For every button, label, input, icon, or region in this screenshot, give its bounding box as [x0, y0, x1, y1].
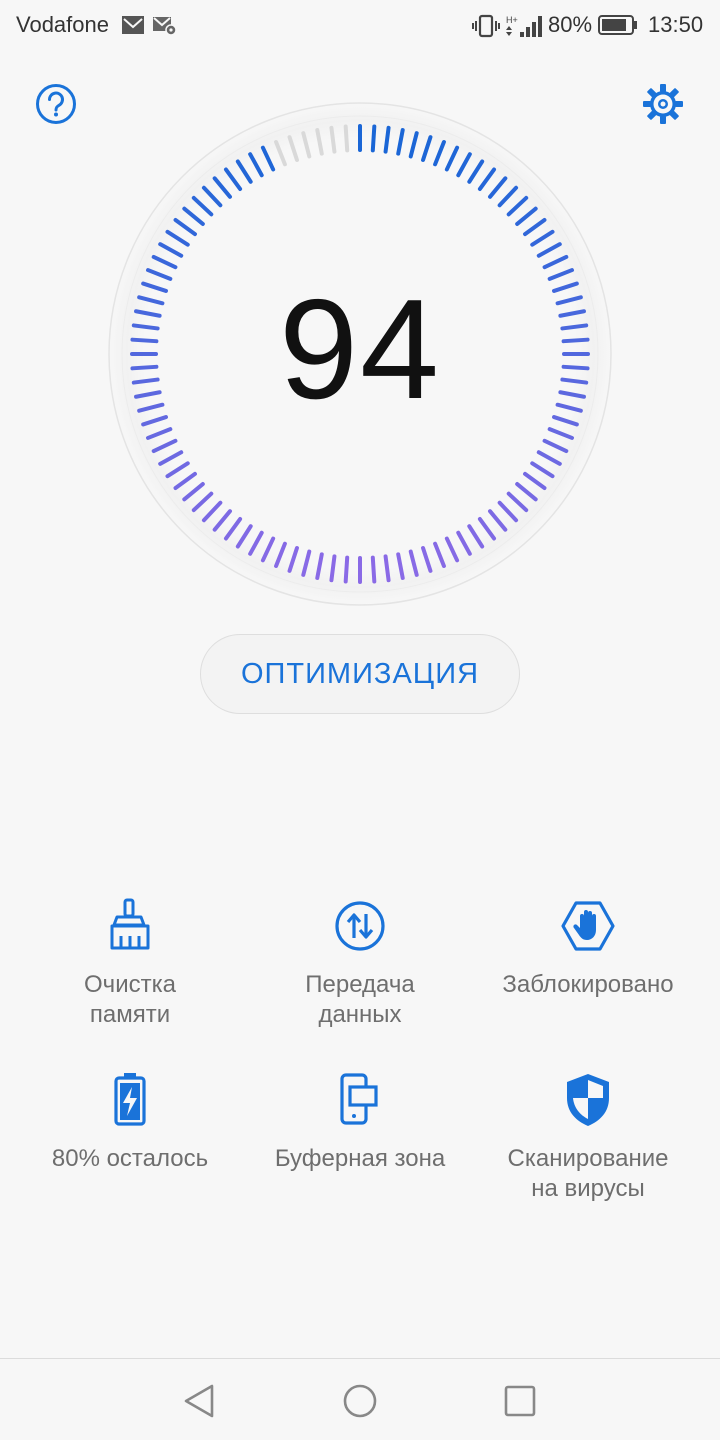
navigation-bar: [0, 1358, 720, 1440]
tile-label: Очистка памяти: [84, 971, 176, 1028]
battery-icon: [114, 1073, 146, 1126]
dial-tick-filled: [343, 555, 350, 584]
battery-status-icon: [598, 15, 637, 35]
tile-label: Буферная зона: [274, 1145, 446, 1172]
recents-icon[interactable]: [500, 1381, 540, 1421]
home-icon[interactable]: [340, 1381, 380, 1421]
tile-memory-cleanup[interactable]: Очистка памяти: [10, 896, 250, 1030]
back-icon[interactable]: [180, 1381, 220, 1421]
tile-label: Заблокировано: [502, 971, 674, 998]
clock: 13:50: [648, 12, 704, 37]
tile-virus-scan[interactable]: Сканирование на вирусы: [468, 1070, 708, 1204]
dial-tick-filled: [370, 555, 377, 584]
tile-data-transfer[interactable]: Передача данных: [240, 896, 480, 1030]
help-icon[interactable]: [34, 82, 78, 126]
carrier-name: Vodafone: [16, 12, 109, 37]
tile-label: Сканирование на вирусы: [507, 1145, 669, 1202]
broom-icon: [110, 898, 150, 950]
vibrate-icon: [472, 14, 500, 38]
tile-buffer-zone[interactable]: Буферная зона: [240, 1070, 480, 1174]
status-bar: Vodafone H+ 80% 13:50: [0, 0, 720, 52]
mail-icon: [122, 16, 144, 34]
tile-label: 80% осталось: [51, 1145, 209, 1172]
tile-blocked[interactable]: Заблокировано: [468, 896, 708, 1000]
dial-tick-empty: [343, 124, 350, 153]
svg-text:H+: H+: [506, 15, 518, 25]
tile-battery[interactable]: 80% осталось: [10, 1070, 250, 1174]
gear-icon[interactable]: [641, 82, 685, 126]
optimization-score: 94: [279, 270, 441, 429]
battery-percent: 80%: [548, 12, 593, 37]
blocked-hand-icon: [561, 901, 615, 951]
tile-label: Передача данных: [305, 971, 415, 1028]
signal-icon: H+: [506, 15, 542, 37]
dial-tick-filled: [370, 124, 377, 153]
optimize-button[interactable]: ОПТИМИЗАЦИЯ: [200, 634, 520, 714]
mail-settings-icon: [153, 17, 177, 36]
buffer-zone-icon: [340, 1073, 378, 1125]
shield-icon: [567, 1074, 609, 1126]
phone-manager-screen: Vodafone H+ 80% 13:50 94 ОПТИМИЗАЦИЯ Очи…: [0, 0, 720, 1440]
data-transfer-icon: [335, 901, 385, 951]
